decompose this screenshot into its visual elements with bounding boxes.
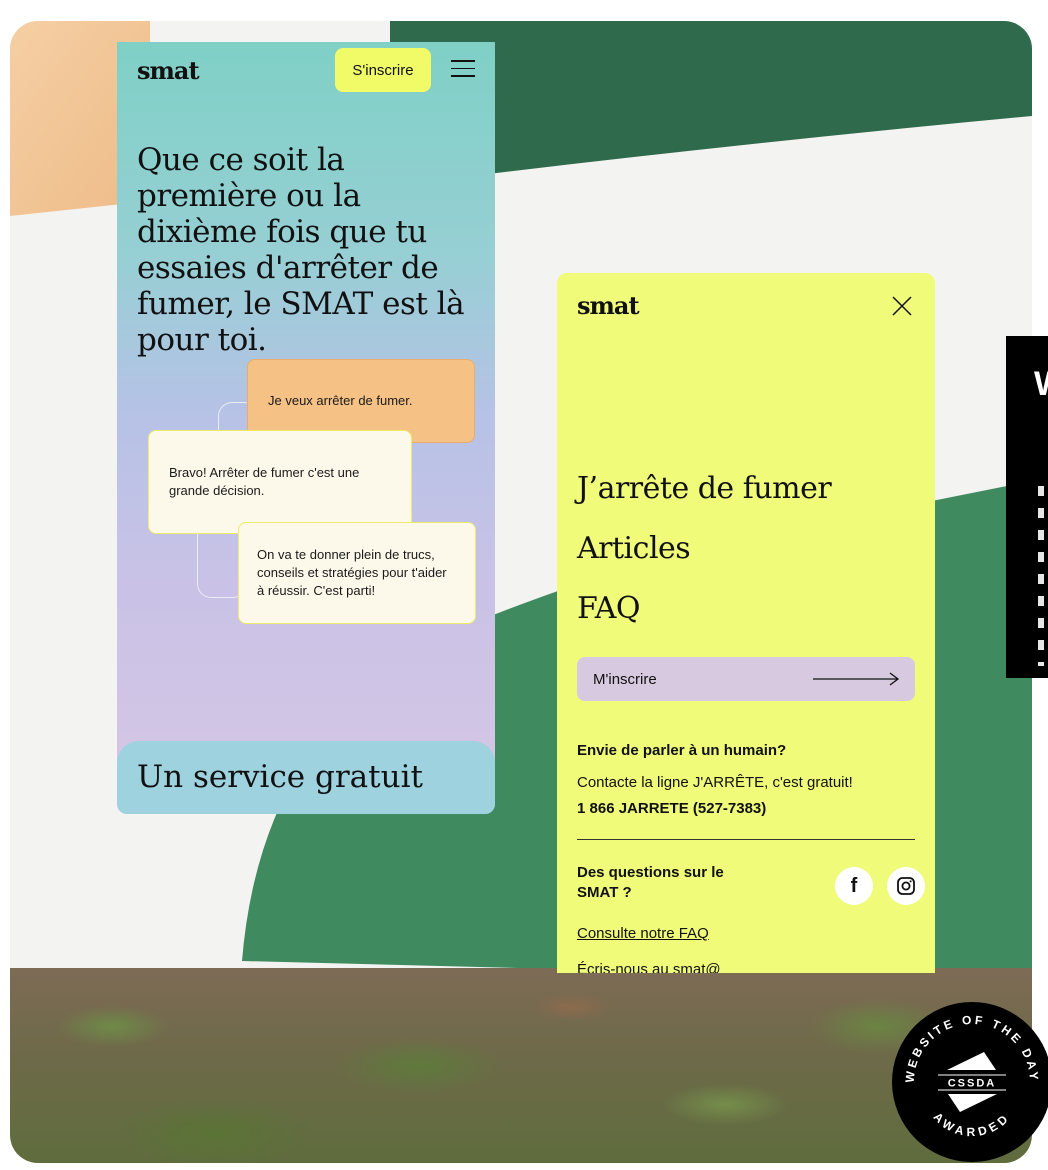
smat-logo[interactable]: smat [577, 291, 640, 320]
mobile-menu-preview: smat J’arrête de fumer Articles FAQ M'in… [557, 273, 935, 973]
nav-item-faq[interactable]: FAQ [577, 589, 831, 649]
badge-center-text: CSSDA [948, 1078, 997, 1090]
divider [577, 839, 915, 840]
arrow-right-icon [813, 672, 900, 686]
chat-text: On va te donner plein de trucs, conseils… [257, 547, 447, 598]
cssda-award-badge[interactable]: WEBSITE OF THE DAY AWARDED CSSDA [892, 1002, 1048, 1162]
hotline-number[interactable]: 1 866 JARRETE (527-7383) [577, 799, 766, 819]
facebook-icon[interactable]: f [835, 867, 873, 905]
mobile-home-preview: smat S'inscrire Que ce soit la première … [117, 42, 495, 814]
close-icon[interactable] [891, 295, 913, 317]
instagram-icon[interactable] [887, 867, 925, 905]
hero-heading: Que ce soit la première ou la dixième fo… [137, 142, 465, 358]
help-text: Contacte la ligne J'ARRÊTE, c'est gratui… [577, 774, 853, 791]
side-tab-pattern [1038, 486, 1044, 666]
smat-logo[interactable]: smat [137, 56, 200, 85]
email-text[interactable]: Écris-nous au smat@ [577, 961, 721, 973]
nav-item-quit-smoking[interactable]: J’arrête de fumer [577, 469, 832, 529]
main-nav: J’arrête de fumer Articles FAQ [577, 469, 832, 649]
help-heading: Envie de parler à un humain? [577, 742, 787, 759]
showcase-canvas: smat S'inscrire Que ce soit la première … [10, 21, 1032, 1163]
hamburger-menu-icon[interactable] [451, 60, 475, 78]
questions-heading: Des questions sur le SMAT ? [577, 864, 724, 901]
faq-link[interactable]: Consulte notre FAQ [577, 925, 709, 942]
signup-button[interactable]: S'inscrire [335, 48, 431, 92]
mobile-header: smat S'inscrire [117, 42, 495, 102]
chat-bubble-bot: On va te donner plein de trucs, conseils… [238, 522, 476, 624]
chat-text: Je veux arrêter de fumer. [268, 393, 413, 408]
signup-button[interactable]: M'inscrire [577, 657, 915, 701]
side-tab-glyph: W [1034, 364, 1048, 404]
section-heading: Un service gratuit [137, 759, 423, 795]
next-section: Un service gratuit [117, 741, 495, 814]
nav-item-articles[interactable]: Articles [577, 529, 831, 589]
signup-label: M'inscrire [593, 670, 657, 688]
chat-bubble-bot: Bravo! Arrêter de fumer c'est une grande… [148, 430, 412, 534]
grass-photo [10, 968, 1032, 1163]
side-tab[interactable]: W [1006, 336, 1048, 678]
chat-text: Bravo! Arrêter de fumer c'est une grande… [169, 465, 360, 498]
